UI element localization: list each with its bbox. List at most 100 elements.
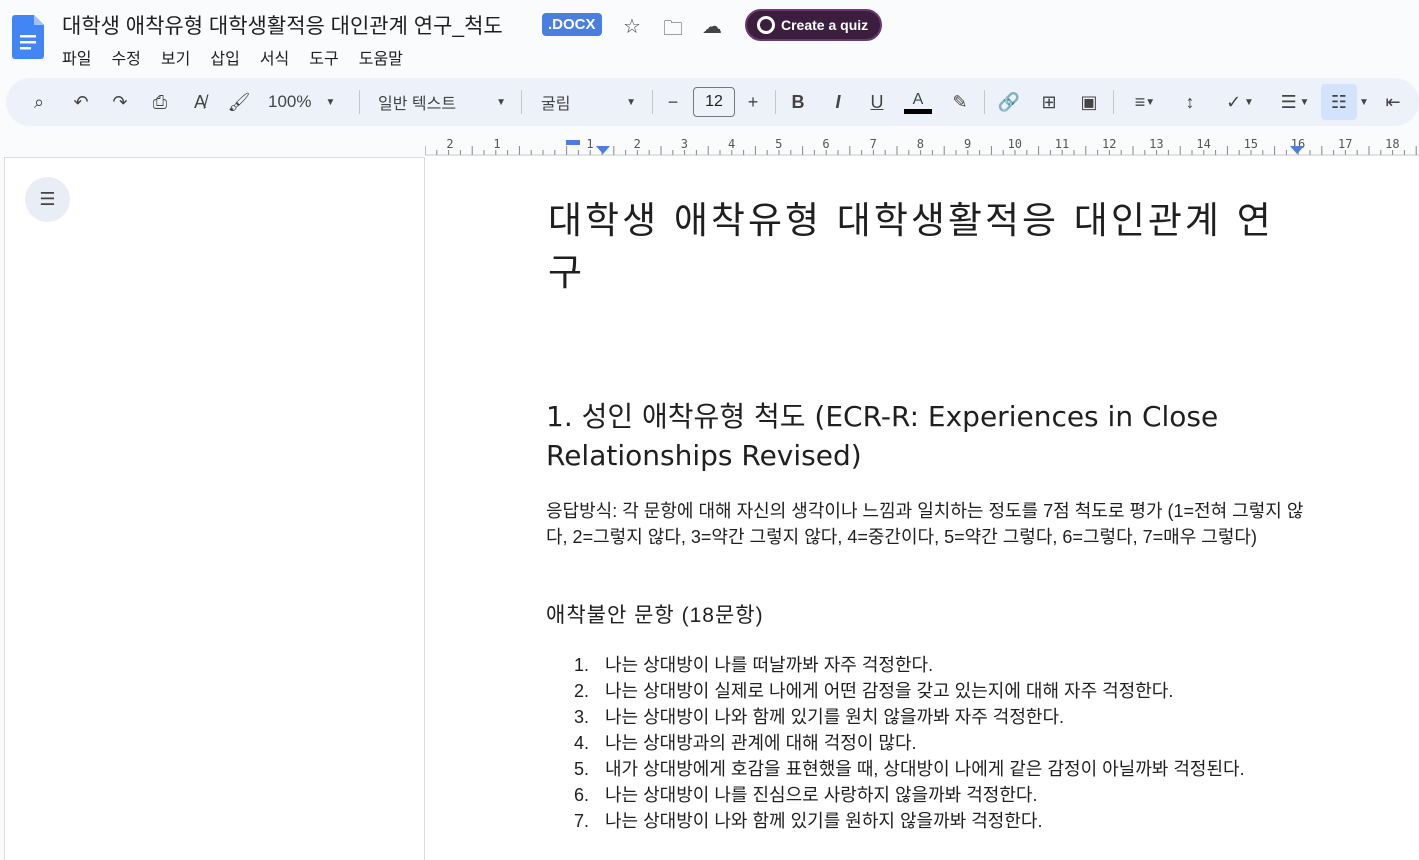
menu-edit[interactable]: 수정 bbox=[111, 45, 140, 69]
create-quiz-button[interactable]: Create a quiz bbox=[745, 9, 883, 41]
bold-icon[interactable]: B bbox=[787, 88, 809, 116]
item-text: 나는 상대방이 나와 함께 있기를 원하지 않을까봐 걱정한다. bbox=[605, 811, 1043, 831]
ruler-label: 2 bbox=[446, 137, 453, 151]
quiz-logo-icon bbox=[757, 16, 775, 34]
undo-icon[interactable]: ↶ bbox=[69, 88, 93, 116]
zoom-select[interactable]: 100% ▼ bbox=[268, 88, 348, 116]
ruler-label: 17 bbox=[1338, 137, 1352, 151]
item-text: 나는 상대방이 나와 함께 있기를 원치 않을까봐 자주 걱정한다. bbox=[605, 707, 1065, 727]
item-number: 4. bbox=[574, 733, 590, 753]
ruler-label: 8 bbox=[917, 137, 924, 151]
text-color-icon[interactable]: A bbox=[904, 88, 932, 116]
checklist-icon[interactable]: ✓ ▼ bbox=[1218, 88, 1262, 116]
insert-image-icon[interactable]: ▣ bbox=[1077, 88, 1101, 116]
ruler-label: 15 bbox=[1244, 137, 1258, 151]
ruler-label: 12 bbox=[1102, 137, 1116, 151]
ruler-label: 3 bbox=[681, 137, 688, 151]
chevron-down-icon: ▼ bbox=[626, 96, 636, 108]
menu-help[interactable]: 도움말 bbox=[359, 45, 403, 69]
ruler-label: 11 bbox=[1055, 137, 1069, 151]
paint-format-icon[interactable]: 🖌 bbox=[227, 88, 251, 116]
move-folder-icon[interactable]: 🗀 bbox=[661, 14, 685, 48]
list-item: 2. 나는 상대방이 실제로 나에게 어떤 감정을 갖고 있는지에 대해 자주 걱… bbox=[574, 678, 1304, 704]
list-item: 6. 나는 상대방이 나를 진심으로 사랑하지 않을까봐 걱정한다. bbox=[574, 782, 1304, 808]
left-indent-marker[interactable] bbox=[596, 146, 610, 154]
style-select[interactable]: 일반 텍스트 ▼ bbox=[378, 88, 506, 116]
increase-font-size-button[interactable]: + bbox=[742, 88, 764, 116]
chevron-down-icon: ▼ bbox=[325, 96, 336, 108]
cloud-saved-icon[interactable]: ☁ bbox=[700, 14, 724, 39]
print-icon[interactable]: ⎙ bbox=[148, 88, 172, 116]
ruler-label: 2 bbox=[634, 137, 641, 151]
star-icon[interactable]: ☆ bbox=[620, 14, 644, 39]
chevron-down-icon: ▼ bbox=[496, 96, 506, 108]
item-text: 나는 상대방이 나를 떠날까봐 자주 걱정한다. bbox=[605, 655, 934, 675]
ruler-label: 4 bbox=[728, 137, 735, 151]
decrease-indent-icon[interactable]: ⇤ bbox=[1381, 88, 1405, 116]
quiz-label: Create a quiz bbox=[781, 17, 869, 33]
list-item: 7. 나는 상대방이 나와 함께 있기를 원하지 않을까봐 걱정한다. bbox=[574, 808, 1304, 834]
document-title[interactable]: 대학생 애착유형 대학생활적응 대인관계 연구_척도 bbox=[62, 10, 503, 40]
font-select[interactable]: 굴림 ▼ bbox=[541, 88, 636, 116]
zoom-value: 100% bbox=[268, 92, 312, 111]
style-value: 일반 텍스트 bbox=[378, 96, 457, 113]
item-number: 7. bbox=[574, 811, 590, 831]
item-number: 3. bbox=[574, 707, 590, 727]
highlight-icon[interactable]: ✎ bbox=[948, 88, 972, 116]
ruler[interactable]: 2 1 1 2 3 4 5 6 7 8 9 10 11 12 13 14 15 16 17 18 bbox=[425, 130, 1419, 156]
numbered-list-icon[interactable]: ☷ bbox=[1325, 88, 1353, 116]
link-icon[interactable]: 🔗 bbox=[997, 88, 1021, 116]
menu-file[interactable]: 파일 bbox=[62, 45, 91, 69]
ruler-label: 9 bbox=[964, 137, 971, 151]
list-item: 3. 나는 상대방이 나와 함께 있기를 원치 않을까봐 자주 걱정한다. bbox=[574, 704, 1304, 730]
item-text: 나는 상대방이 실제로 나에게 어떤 감정을 갖고 있는지에 대해 자주 걱정한… bbox=[605, 681, 1174, 701]
ruler-label: 7 bbox=[870, 137, 877, 151]
item-number: 2. bbox=[574, 681, 590, 701]
item-text: 나는 상대방과의 관계에 대해 걱정이 많다. bbox=[605, 733, 917, 753]
ruler-label: 1 bbox=[586, 137, 593, 151]
add-comment-icon[interactable]: ⊞ bbox=[1037, 88, 1061, 116]
chevron-down-icon[interactable]: ▼ bbox=[1357, 88, 1371, 116]
search-icon[interactable]: ⌕ bbox=[27, 88, 51, 116]
menu-bar: 파일 수정 보기 삽입 서식 도구 도움말 bbox=[62, 45, 403, 69]
menu-view[interactable]: 보기 bbox=[161, 45, 190, 69]
ruler-label: 6 bbox=[822, 137, 829, 151]
ruler-label: 5 bbox=[775, 137, 782, 151]
document-heading-title: 대학생 애착유형 대학생활적응 대인관계 연구 bbox=[548, 199, 1274, 294]
ruler-label: 13 bbox=[1149, 137, 1163, 151]
first-line-indent-marker[interactable] bbox=[566, 140, 580, 145]
ruler-label: 18 bbox=[1385, 137, 1399, 151]
line-spacing-icon[interactable]: ↕ bbox=[1178, 88, 1202, 116]
ruler-label: 1 bbox=[493, 137, 500, 151]
list-item: 5. 내가 상대방에게 호감을 표현했을 때, 상대방이 나에게 같은 감정이 아… bbox=[574, 756, 1304, 782]
docx-badge: .DOCX bbox=[542, 13, 602, 36]
response-method-text: 응답방식: 각 문항에 대해 자신의 생각이나 느낌과 일치하는 정도를 7점 … bbox=[546, 501, 1304, 547]
ruler-label: 10 bbox=[1008, 137, 1022, 151]
list-item: 1. 나는 상대방이 나를 떠날까봐 자주 걱정한다. bbox=[574, 652, 1304, 678]
align-left-icon[interactable]: ≡ ▼ bbox=[1125, 88, 1165, 116]
ruler-label: 14 bbox=[1196, 137, 1210, 151]
item-number: 1. bbox=[574, 655, 590, 675]
outline-toggle-icon[interactable]: ☰ bbox=[25, 177, 70, 222]
outline-panel bbox=[4, 157, 425, 860]
item-text: 내가 상대방에게 호감을 표현했을 때, 상대방이 나에게 같은 감정이 아닐까… bbox=[605, 759, 1245, 779]
italic-icon[interactable]: I bbox=[827, 88, 849, 116]
bulleted-list-icon[interactable]: ☰ ▼ bbox=[1273, 88, 1317, 116]
underline-icon[interactable]: U bbox=[866, 88, 888, 116]
subheading: 애착불안 문항 (18문항) bbox=[546, 604, 764, 627]
menu-insert[interactable]: 삽입 bbox=[210, 45, 239, 69]
section-heading: 1. 성인 애착유형 척도 (ECR-R: Experiences in Clo… bbox=[546, 400, 1219, 472]
font-value: 굴림 bbox=[541, 96, 571, 113]
spellcheck-icon[interactable]: A̸ bbox=[188, 88, 212, 116]
item-text: 나는 상대방이 나를 진심으로 사랑하지 않을까봐 걱정한다. bbox=[605, 785, 1038, 805]
decrease-font-size-button[interactable]: − bbox=[662, 88, 684, 116]
menu-tools[interactable]: 도구 bbox=[309, 45, 338, 69]
item-number: 5. bbox=[574, 759, 590, 779]
list-item: 4. 나는 상대방과의 관계에 대해 걱정이 많다. bbox=[574, 730, 1304, 756]
item-list: 1. 나는 상대방이 나를 떠날까봐 자주 걱정한다. 2. 나는 상대방이 실제로 … bbox=[574, 652, 1304, 834]
menu-format[interactable]: 서식 bbox=[260, 45, 289, 69]
item-number: 6. bbox=[574, 785, 590, 805]
font-size-input[interactable]: 12 bbox=[693, 87, 735, 117]
docs-logo-icon[interactable] bbox=[12, 15, 44, 59]
redo-icon[interactable]: ↷ bbox=[108, 88, 132, 116]
